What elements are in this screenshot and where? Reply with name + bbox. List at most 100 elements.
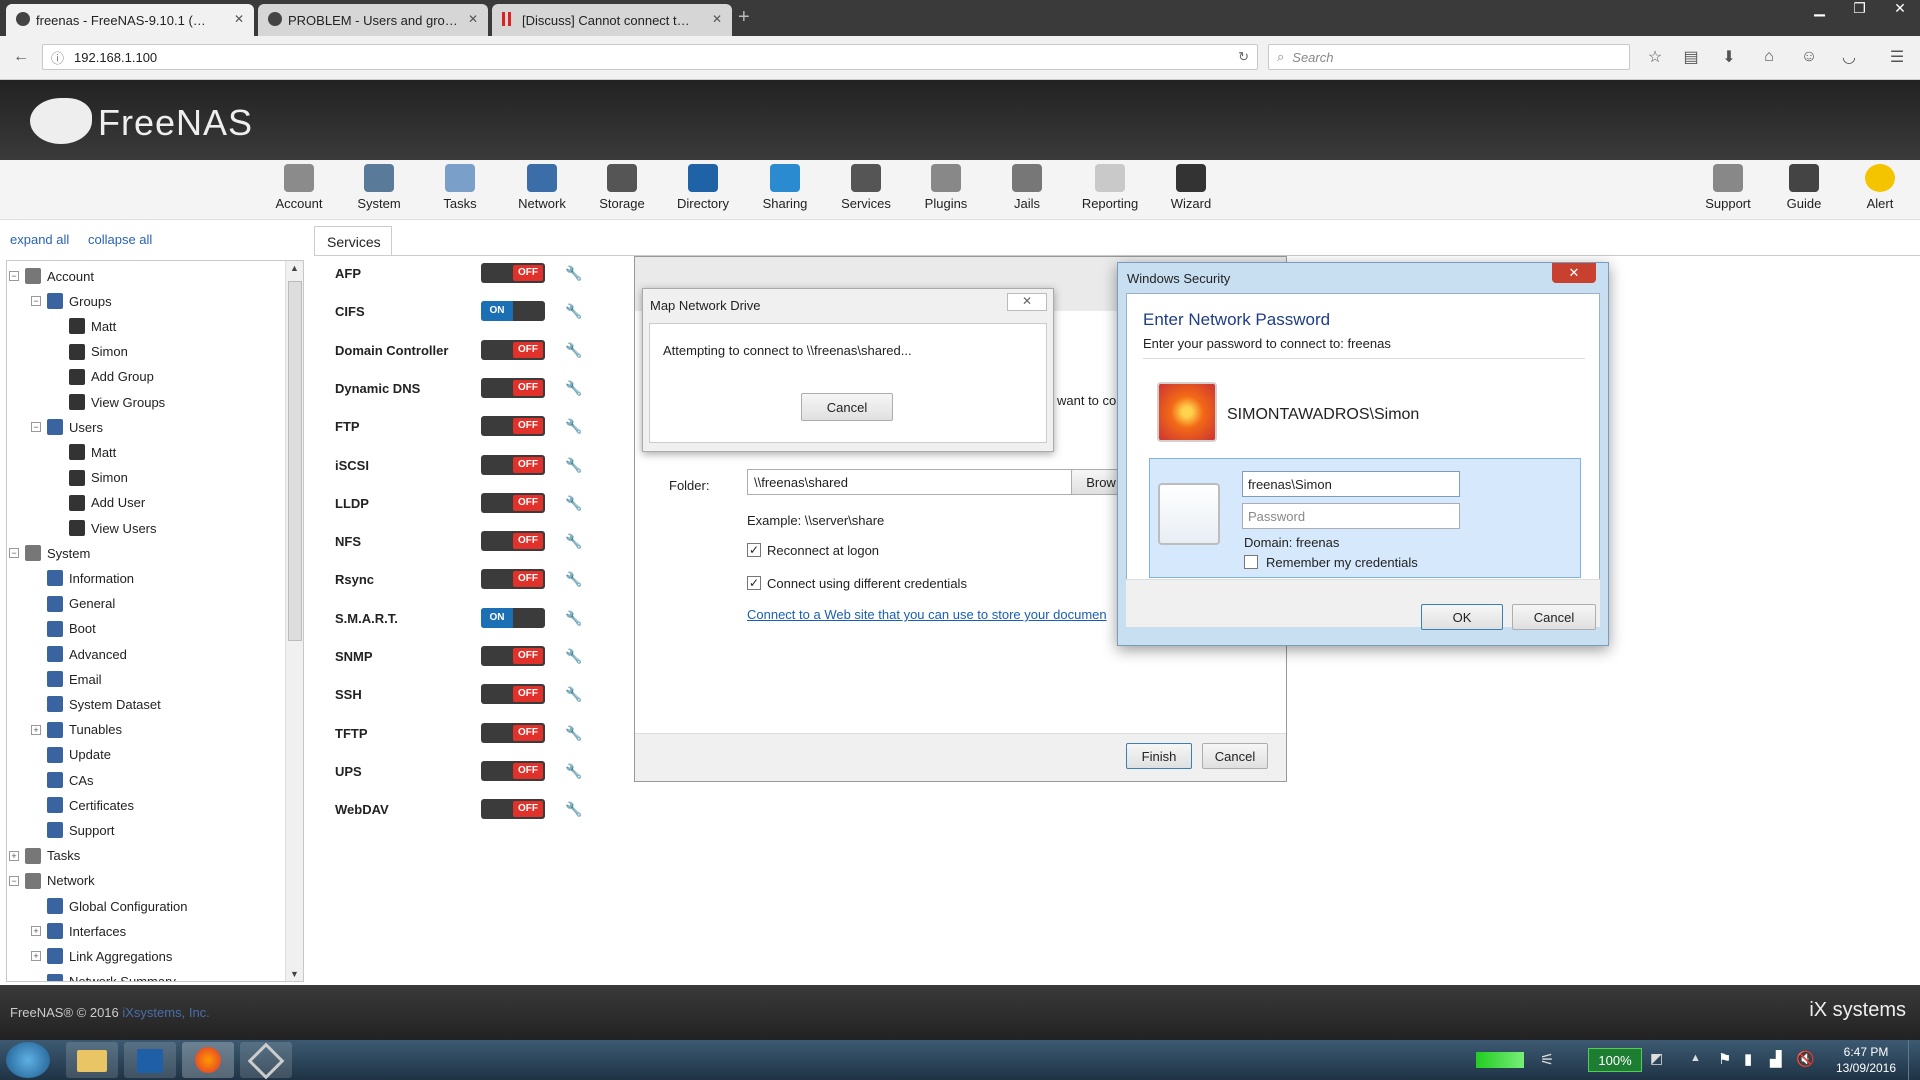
menu-icon[interactable]: ☰	[1886, 46, 1908, 68]
tree-item-cas[interactable]: CAs	[47, 769, 94, 791]
reading-list-icon[interactable]: ▤	[1680, 46, 1702, 68]
toolbar-sharing[interactable]: Sharing	[745, 164, 825, 211]
service-toggle[interactable]: OFF	[481, 263, 545, 283]
tree-item-add-user[interactable]: Add User	[69, 492, 145, 514]
back-icon[interactable]: ←	[10, 46, 32, 68]
ok-button[interactable]: OK	[1421, 604, 1503, 630]
service-toggle[interactable]: OFF	[481, 722, 545, 743]
progress-cancel-button[interactable]: Cancel	[801, 393, 893, 421]
network-signal-icon[interactable]	[1476, 1052, 1524, 1068]
service-toggle[interactable]: OFF	[481, 377, 545, 398]
toolbar-system[interactable]: System	[339, 164, 419, 211]
collapse-icon[interactable]: −	[9, 875, 19, 886]
toolbar-jails[interactable]: Jails	[987, 164, 1067, 211]
info-icon[interactable]: ⓘ	[51, 48, 64, 67]
wrench-icon[interactable]: 🔧	[565, 265, 582, 281]
password-field[interactable]: Password	[1242, 503, 1460, 529]
toolbar-plugins[interactable]: Plugins	[906, 164, 986, 211]
tree-item-advanced[interactable]: Advanced	[47, 643, 127, 665]
reload-icon[interactable]: ↻	[1238, 49, 1249, 65]
toolbar-network[interactable]: Network	[502, 164, 582, 211]
close-window-icon[interactable]: ✕	[1894, 0, 1906, 20]
volume-muted-icon[interactable]: 🔇	[1796, 1050, 1815, 1068]
tree-item-add-group[interactable]: Add Group	[69, 366, 154, 388]
service-toggle[interactable]: OFF	[481, 492, 545, 513]
service-toggle[interactable]: OFF	[481, 531, 545, 552]
collapse-all-link[interactable]: collapse all	[88, 232, 152, 247]
wrench-icon[interactable]: 🔧	[565, 418, 582, 434]
service-toggle[interactable]: OFF	[481, 416, 545, 437]
reconnect-checkbox[interactable]: ✓	[747, 543, 761, 557]
toolbar-account[interactable]: Account	[259, 164, 339, 211]
outlook-icon[interactable]	[124, 1042, 176, 1078]
signal-bars-icon[interactable]: ▟	[1770, 1050, 1782, 1068]
service-toggle[interactable]: OFF	[481, 339, 545, 360]
search-input[interactable]: ⌕ Search	[1268, 44, 1630, 70]
tree-item-general[interactable]: General	[47, 593, 115, 615]
credential-tile[interactable]: freenas\Simon Password Domain: freenas R…	[1149, 458, 1581, 578]
wrench-icon[interactable]: 🔧	[565, 801, 582, 817]
tree-item-global-configuration[interactable]: Global Configuration	[47, 895, 188, 917]
tree-item-certificates[interactable]: Certificates	[47, 794, 134, 816]
close-tab-icon[interactable]: ✕	[712, 12, 722, 26]
tree-item-network[interactable]: Network	[25, 870, 95, 892]
expand-icon[interactable]: +	[31, 926, 41, 937]
toolbar-services[interactable]: Services	[826, 164, 906, 211]
tab-services[interactable]: Services	[314, 226, 392, 256]
close-tab-icon[interactable]: ✕	[468, 12, 478, 26]
wrench-icon[interactable]: 🔧	[565, 303, 582, 319]
close-icon[interactable]: ✕	[1552, 263, 1596, 283]
tree-item-users[interactable]: Users	[47, 416, 103, 438]
toolbar-wizard[interactable]: Wizard	[1151, 164, 1231, 211]
collapse-icon[interactable]: −	[31, 422, 41, 433]
toolbar-storage[interactable]: Storage	[582, 164, 662, 211]
collapse-icon[interactable]: −	[31, 296, 41, 307]
browser-tab-problem[interactable]: PROBLEM - Users and gro… ✕	[258, 4, 488, 36]
scroll-thumb[interactable]	[288, 281, 302, 641]
tree-scrollbar[interactable]: ▲ ▼	[285, 261, 303, 981]
battery-indicator[interactable]: 100%	[1588, 1048, 1642, 1072]
toolbar-support[interactable]: Support	[1688, 164, 1768, 211]
toolbar-directory[interactable]: Directory	[663, 164, 743, 211]
wrench-icon[interactable]: 🔧	[565, 342, 582, 358]
tree-item-simon[interactable]: Simon	[69, 341, 128, 363]
show-desktop-button[interactable]	[1908, 1040, 1920, 1080]
tree-item-system[interactable]: System	[25, 542, 90, 564]
start-button-icon[interactable]	[6, 1042, 50, 1078]
chat-icon[interactable]: ☺	[1798, 46, 1820, 68]
collapse-icon[interactable]: −	[9, 271, 19, 281]
minimize-icon[interactable]: ▁	[1814, 0, 1825, 20]
close-icon[interactable]: ✕	[1007, 293, 1047, 311]
scroll-down-icon[interactable]: ▼	[290, 969, 299, 979]
tree-item-tunables[interactable]: Tunables	[47, 719, 122, 741]
tree-item-support[interactable]: Support	[47, 819, 115, 841]
tree-item-update[interactable]: Update	[47, 744, 111, 766]
service-toggle[interactable]: ON	[481, 607, 545, 628]
tree-item-system-dataset[interactable]: System Dataset	[47, 693, 161, 715]
browser-tab-freenas[interactable]: freenas - FreeNAS-9.10.1 (… ✕	[6, 4, 254, 36]
tree-item-interfaces[interactable]: Interfaces	[47, 920, 126, 942]
wrench-icon[interactable]: 🔧	[565, 648, 582, 664]
tray-app-icon[interactable]: ◩	[1650, 1050, 1663, 1067]
tree-item-groups[interactable]: Groups	[47, 290, 112, 312]
action-center-flag-icon[interactable]: ⚑	[1718, 1050, 1731, 1068]
tree-item-account[interactable]: Account	[25, 265, 94, 287]
tree-item-matt[interactable]: Matt	[69, 441, 116, 463]
service-toggle[interactable]: OFF	[481, 569, 545, 590]
browser-tab-discuss[interactable]: [Discuss] Cannot connect t… ✕	[492, 4, 732, 36]
toolbar-alert[interactable]: Alert	[1840, 164, 1920, 211]
power-icon[interactable]: ▮	[1744, 1050, 1752, 1068]
show-hidden-icons[interactable]: ▲	[1690, 1052, 1701, 1064]
expand-all-link[interactable]: expand all	[10, 232, 69, 247]
tree-item-tasks[interactable]: Tasks	[25, 845, 80, 867]
wrench-icon[interactable]: 🔧	[565, 533, 582, 549]
tree-item-matt[interactable]: Matt	[69, 315, 116, 337]
ixsystems-link[interactable]: iXsystems, Inc.	[122, 1005, 209, 1020]
service-toggle[interactable]: OFF	[481, 454, 545, 475]
wrench-icon[interactable]: 🔧	[565, 571, 582, 587]
different-credentials-checkbox[interactable]: ✓	[747, 576, 761, 590]
bookmark-star-icon[interactable]: ☆	[1644, 46, 1666, 68]
web-site-link[interactable]: Connect to a Web site that you can use t…	[747, 607, 1107, 622]
tree-item-email[interactable]: Email	[47, 668, 102, 690]
folder-combobox[interactable]: \\freenas\shared ▼	[747, 469, 1093, 495]
